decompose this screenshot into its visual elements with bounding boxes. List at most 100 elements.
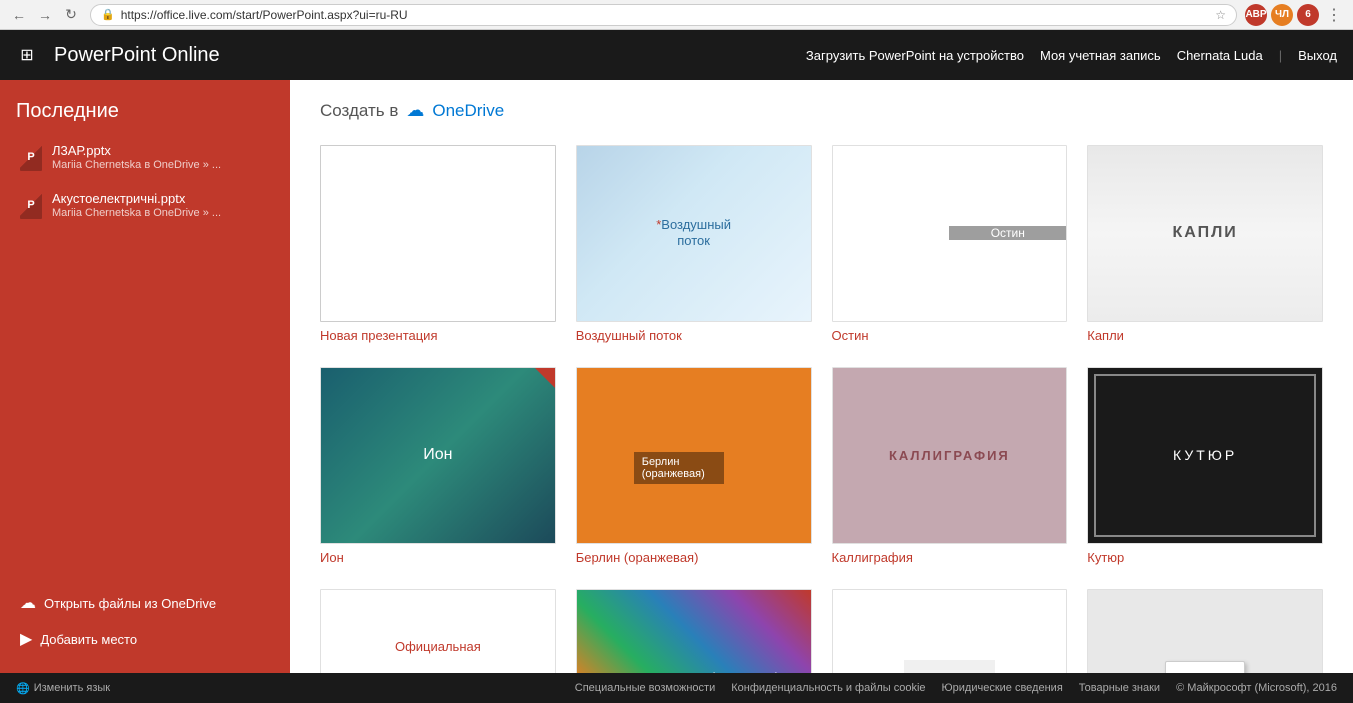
template-jet[interactable]: СЛЕД САМОЛЕТА (ТЕМНАЯ 1) След самолета xyxy=(576,589,812,673)
trademark-link[interactable]: Товарные знаки xyxy=(1079,682,1160,694)
template-official[interactable]: Официальная Официальная xyxy=(320,589,556,673)
cloud-icon: ☁ xyxy=(20,593,36,613)
create-header: Создать в ☁ OneDrive xyxy=(320,100,1323,121)
calligraphy-text: КАЛЛИГРАФИЯ xyxy=(889,448,1010,463)
logout-link[interactable]: Выход xyxy=(1298,48,1337,63)
austin-right: Остин xyxy=(949,226,1066,240)
top-nav-left: ⊞ PowerPoint Online xyxy=(0,40,220,70)
top-nav: ⊞ PowerPoint Online Загрузить PowerPoint… xyxy=(0,30,1353,80)
template-thumb-calligraphy: КАЛЛИГРАФИЯ xyxy=(832,367,1068,544)
newspaper-white: Газетная бумага xyxy=(904,660,995,673)
template-thumb-ion: Ион xyxy=(320,367,556,544)
template-airflow[interactable]: *Воздушныйпоток Воздушный поток xyxy=(576,145,812,343)
accessibility-link[interactable]: Специальные возможности xyxy=(575,682,715,694)
browser-nav-buttons: ← → ↻ xyxy=(8,4,82,26)
recent-file-2[interactable]: P Акустоелектричні.pptx Mariia Chernetsk… xyxy=(16,187,274,223)
file-name-2: Акустоелектричні.pptx xyxy=(52,191,270,206)
footer-right: Специальные возможности Конфиденциальнос… xyxy=(575,682,1337,694)
template-austin[interactable]: Остин Остин xyxy=(832,145,1068,343)
airflow-text: *Воздушныйпоток xyxy=(656,217,731,251)
privacy-link[interactable]: Конфиденциальность и файлы cookie xyxy=(731,682,925,694)
recent-section-title: Последние xyxy=(16,100,274,123)
ion-corner xyxy=(535,368,555,388)
forward-button[interactable]: → xyxy=(34,4,56,26)
avatar1-button[interactable]: АВР xyxy=(1245,4,1267,26)
jet-text: СЛЕД САМОЛЕТА (ТЕМНАЯ 1) xyxy=(608,672,780,673)
template-thumb-newspaper: Газетная бумага xyxy=(832,589,1068,673)
language-icon: 🌐 xyxy=(16,682,30,695)
template-button[interactable]: Кнопка Кнопка xyxy=(1087,589,1323,673)
grid-icon[interactable]: ⊞ xyxy=(12,40,42,70)
star-icon[interactable]: ☆ xyxy=(1215,8,1226,22)
file-icon-letter-2: P xyxy=(27,199,34,211)
template-thumb-official: Официальная xyxy=(320,589,556,673)
couture-border: КУТЮР xyxy=(1094,374,1316,537)
template-blank[interactable]: Новая презентация xyxy=(320,145,556,343)
app-container: ⊞ PowerPoint Online Загрузить PowerPoint… xyxy=(0,30,1353,703)
template-berlin[interactable]: Берлин (оранжевая) Берлин (оранжевая) xyxy=(576,367,812,565)
back-button[interactable]: ← xyxy=(8,4,30,26)
menu-button[interactable]: ⋮ xyxy=(1323,4,1345,26)
file-icon-1: P xyxy=(20,143,42,171)
account-link[interactable]: Моя учетная запись xyxy=(1040,48,1161,63)
browser-actions: АВР ЧЛ 6 ⋮ xyxy=(1245,4,1345,26)
top-nav-right: Загрузить PowerPoint на устройство Моя у… xyxy=(806,48,1353,63)
button-inner: Кнопка xyxy=(1165,661,1245,673)
content-area: Последние P Л3АР.pptx Mariia Chernetska … xyxy=(0,80,1353,673)
plus-icon: ▶ xyxy=(20,629,32,649)
user-name: Chernata Luda xyxy=(1177,48,1263,63)
change-language-link[interactable]: Изменить язык xyxy=(34,682,110,694)
file-path-2: Mariia Chernetska в OneDrive » ... xyxy=(52,207,270,219)
template-couture[interactable]: КУТЮР Кутюр xyxy=(1087,367,1323,565)
template-thumb-couture: КУТЮР xyxy=(1087,367,1323,544)
download-link[interactable]: Загрузить PowerPoint на устройство xyxy=(806,48,1024,63)
template-thumb-droplets: КАПЛИ xyxy=(1087,145,1323,322)
template-label-couture: Кутюр xyxy=(1087,550,1323,565)
droplets-text: КАПЛИ xyxy=(1172,224,1237,242)
template-thumb-airflow: *Воздушныйпоток xyxy=(576,145,812,322)
template-calligraphy[interactable]: КАЛЛИГРАФИЯ Каллиграфия xyxy=(832,367,1068,565)
official-title: Официальная xyxy=(395,639,481,654)
ion-text: Ион xyxy=(423,446,452,464)
official-top: Официальная xyxy=(395,590,481,673)
template-thumb-jet: СЛЕД САМОЛЕТА (ТЕМНАЯ 1) xyxy=(576,589,812,673)
onedrive-icon: ☁ xyxy=(406,100,424,121)
open-onedrive-label: Открыть файлы из OneDrive xyxy=(44,596,216,611)
main-content: Создать в ☁ OneDrive Новая презентация *… xyxy=(290,80,1353,673)
airflow-asterisk: * xyxy=(656,217,661,232)
file-info-2: Акустоелектричні.pptx Mariia Chernetska … xyxy=(52,191,270,219)
couture-text: КУТЮР xyxy=(1173,447,1237,463)
template-label-austin: Остин xyxy=(832,328,1068,343)
jet-waves xyxy=(577,590,811,673)
file-info-1: Л3АР.pptx Mariia Chernetska в OneDrive »… xyxy=(52,143,270,171)
template-label-airflow: Воздушный поток xyxy=(576,328,812,343)
template-label-blank: Новая презентация xyxy=(320,328,556,343)
template-ion[interactable]: Ион Ион xyxy=(320,367,556,565)
add-place-button[interactable]: ▶ Добавить место xyxy=(16,621,274,657)
file-icon-letter-1: P xyxy=(27,151,34,163)
footer-left: 🌐 Изменить язык xyxy=(16,682,110,695)
template-droplets[interactable]: КАПЛИ Капли xyxy=(1087,145,1323,343)
template-label-calligraphy: Каллиграфия xyxy=(832,550,1068,565)
address-url: https://office.live.com/start/PowerPoint… xyxy=(121,8,1210,22)
lock-icon: 🔒 xyxy=(101,8,115,21)
template-newspaper[interactable]: Газетная бумага Газетная бумага xyxy=(832,589,1068,673)
template-thumb-blank xyxy=(320,145,556,322)
avatar2-button[interactable]: ЧЛ xyxy=(1271,4,1293,26)
browser-chrome: ← → ↻ 🔒 https://office.live.com/start/Po… xyxy=(0,0,1353,30)
copyright-text: © Майкрософт (Microsoft), 2016 xyxy=(1176,682,1337,694)
notification-button[interactable]: 6 xyxy=(1297,4,1319,26)
address-bar[interactable]: 🔒 https://office.live.com/start/PowerPoi… xyxy=(90,4,1237,26)
sidebar-spacer xyxy=(16,235,274,585)
template-thumb-button: Кнопка xyxy=(1087,589,1323,673)
file-icon-2: P xyxy=(20,191,42,219)
file-name-1: Л3АР.pptx xyxy=(52,143,270,158)
austin-label-text: Остин xyxy=(991,226,1025,240)
legal-link[interactable]: Юридические сведения xyxy=(942,682,1063,694)
create-label: Создать в xyxy=(320,101,398,121)
refresh-button[interactable]: ↻ xyxy=(60,4,82,26)
template-grid: Новая презентация *Воздушныйпоток Воздуш… xyxy=(320,145,1323,673)
onedrive-text: OneDrive xyxy=(432,101,504,121)
open-onedrive-button[interactable]: ☁ Открыть файлы из OneDrive xyxy=(16,585,274,621)
recent-file-1[interactable]: P Л3АР.pptx Mariia Chernetska в OneDrive… xyxy=(16,139,274,175)
